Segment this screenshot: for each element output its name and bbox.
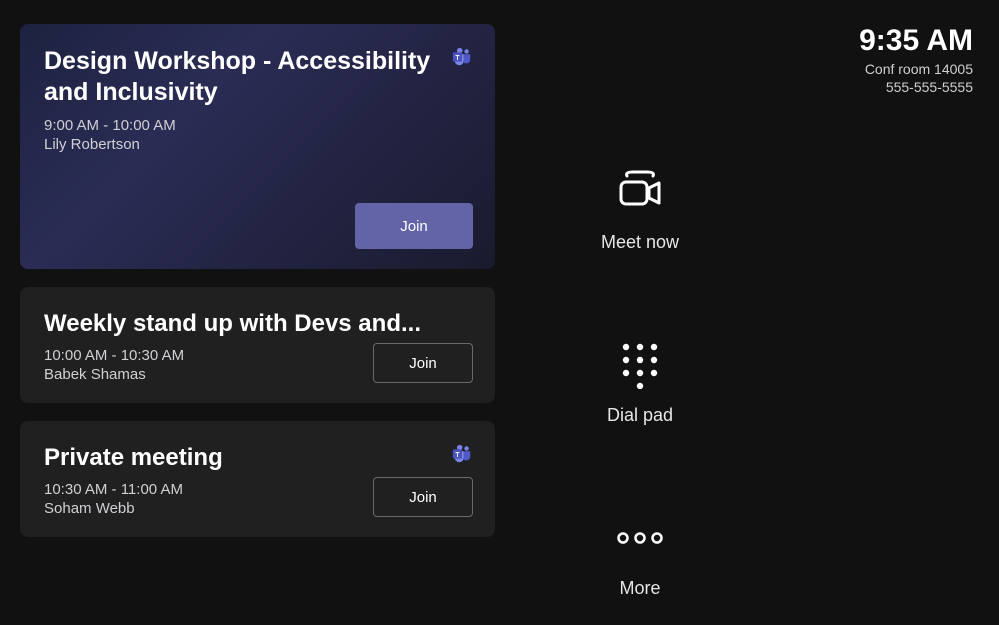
dialpad-icon: [620, 343, 660, 387]
actions-panel: Meet now Dial pad: [560, 170, 970, 599]
meeting-card-upcoming[interactable]: Weekly stand up with Devs and... 10:00 A…: [20, 287, 495, 403]
meeting-card-current[interactable]: T Design Workshop - Accessibility and In…: [20, 24, 495, 269]
meeting-title: Private meeting: [44, 443, 434, 473]
meeting-organizer: Lily Robertson: [44, 136, 471, 153]
meetings-panel: T Design Workshop - Accessibility and In…: [20, 24, 495, 537]
action-label: More: [619, 578, 660, 599]
action-label: Dial pad: [607, 405, 673, 426]
more-icon: [615, 516, 665, 560]
meet-now-button[interactable]: Meet now: [560, 170, 720, 253]
meeting-title: Design Workshop - Accessibility and Incl…: [44, 46, 434, 109]
more-button[interactable]: More: [560, 516, 720, 599]
join-button[interactable]: Join: [355, 203, 473, 249]
join-button[interactable]: Join: [373, 477, 473, 517]
action-label: Meet now: [601, 232, 679, 253]
room-clock: 9:35 AM: [859, 26, 973, 56]
room-name: Conf room 14005: [859, 60, 973, 78]
room-info: 9:35 AM Conf room 14005 555-555-5555: [859, 26, 973, 96]
meeting-title: Weekly stand up with Devs and...: [44, 309, 434, 339]
camera-icon: [613, 170, 667, 214]
meeting-card-upcoming[interactable]: T Private meeting 10:30 AM - 11:00 AM So…: [20, 421, 495, 537]
join-button[interactable]: Join: [373, 343, 473, 383]
teams-icon: T: [451, 46, 473, 68]
teams-icon: T: [451, 443, 473, 465]
meeting-time: 9:00 AM - 10:00 AM: [44, 117, 471, 134]
room-phone: 555-555-5555: [859, 78, 973, 96]
dial-pad-button[interactable]: Dial pad: [560, 343, 720, 426]
